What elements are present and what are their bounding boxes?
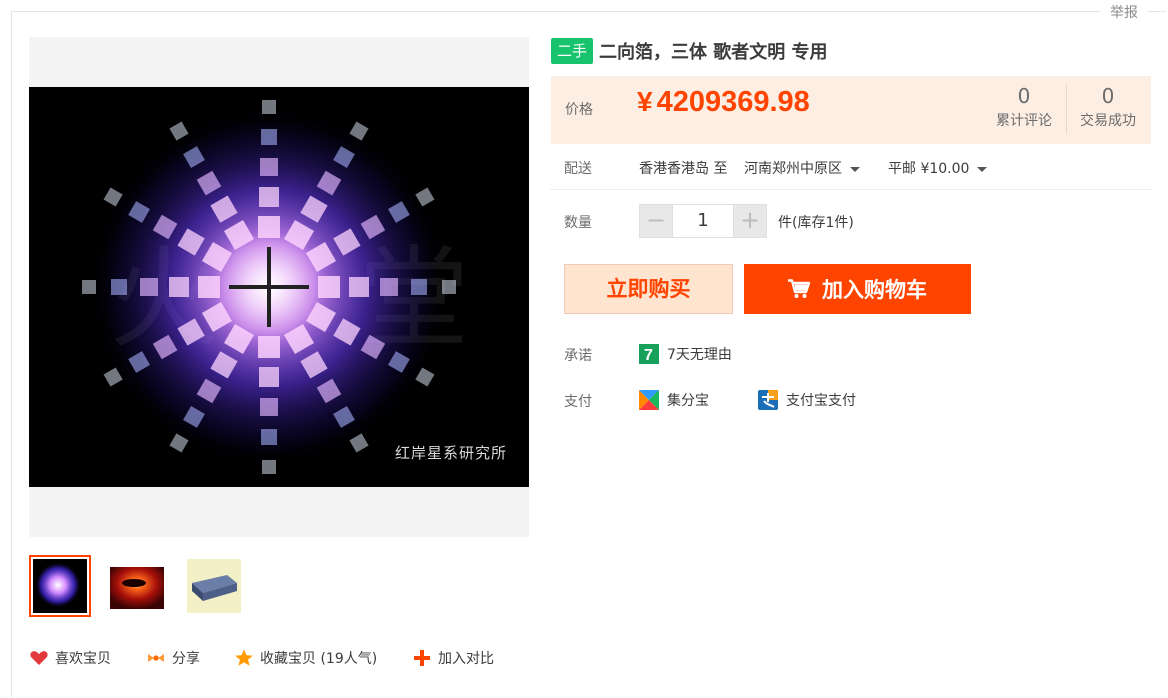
price-value: ¥4209369.98 xyxy=(637,86,810,119)
divider xyxy=(551,189,1151,190)
firework-thumb-image xyxy=(33,559,87,613)
seven-day-icon: 7 xyxy=(639,344,659,364)
glow-cube xyxy=(140,278,158,296)
chevron-down-icon xyxy=(850,166,860,172)
glow-cube xyxy=(349,277,369,297)
jifenbao-icon xyxy=(639,390,659,410)
price-label: 价格 xyxy=(565,102,593,118)
currency-symbol: ¥ xyxy=(637,86,653,117)
main-product-image[interactable]: 火 堂 红岸星系研究所 xyxy=(29,37,529,537)
share-icon xyxy=(148,654,164,662)
secondhand-badge: 二手 xyxy=(551,38,594,64)
payment-jifenbao[interactable]: 集分宝 xyxy=(639,390,709,410)
reviews-count: 0 xyxy=(1017,84,1031,108)
product-photo: 火 堂 红岸星系研究所 xyxy=(29,87,529,487)
glow-cube xyxy=(262,460,276,474)
glow-cube xyxy=(169,277,189,297)
increase-button[interactable]: + xyxy=(733,204,767,238)
deals-count: 0 xyxy=(1101,84,1115,108)
star-icon xyxy=(235,649,253,666)
like-label: 喜欢宝贝 xyxy=(55,651,111,667)
glow-cube xyxy=(261,429,277,445)
price-panel: 价格 ¥4209369.98 0 累计评论 0 交易成功 xyxy=(551,76,1151,144)
glow-cube xyxy=(260,398,278,416)
quantity-stepper: − 1 + xyxy=(639,204,767,238)
compare-button[interactable]: 加入对比 xyxy=(412,648,494,668)
shipping-fee: 平邮 ¥10.00 xyxy=(888,161,970,177)
glow-cube xyxy=(411,279,427,295)
red-disk-thumb-image xyxy=(110,567,164,609)
heart-icon xyxy=(30,651,48,665)
favorite-label: 收藏宝贝 (19人气) xyxy=(260,651,378,667)
glow-cube xyxy=(259,187,279,207)
compare-label: 加入对比 xyxy=(438,651,494,667)
watermark-text: 红岸星系研究所 xyxy=(394,444,507,462)
stock-info: 件(库存1件) xyxy=(778,215,854,231)
add-to-cart-button[interactable]: 加入购物车 xyxy=(744,264,971,314)
buy-now-button[interactable]: 立即购买 xyxy=(564,264,733,314)
favorite-button[interactable]: 收藏宝贝 (19人气) xyxy=(234,648,377,668)
report-link[interactable]: 举报 xyxy=(1100,2,1148,22)
payment-label: 支付 xyxy=(564,394,592,410)
share-button[interactable]: 分享 xyxy=(146,648,200,668)
promise-text: 7天无理由 xyxy=(667,347,732,363)
product-title-row: 二手 二向箔，三体 歌者文明 专用 xyxy=(551,37,828,65)
deals-label: 交易成功 xyxy=(1080,113,1136,129)
glow-cube xyxy=(442,280,456,294)
glow-cube xyxy=(260,158,278,176)
share-label: 分享 xyxy=(172,651,200,667)
product-title: 二向箔，三体 歌者文明 专用 xyxy=(599,42,828,63)
glow-cube xyxy=(259,367,279,387)
chevron-down-icon xyxy=(977,166,988,172)
quantity-input[interactable]: 1 xyxy=(673,204,733,238)
like-button[interactable]: 喜欢宝贝 xyxy=(29,648,111,668)
thumbnail-1[interactable] xyxy=(29,555,91,617)
alipay-icon xyxy=(758,390,778,410)
seven-day-icon-text: 7 xyxy=(644,347,653,364)
droplet-block-thumb-image xyxy=(187,559,241,613)
price-amount: 4209369.98 xyxy=(656,86,810,118)
glow-cube xyxy=(262,100,276,114)
glow-cube xyxy=(111,279,127,295)
shipping-destination-select[interactable]: 河南郑州中原区 xyxy=(744,158,860,178)
cart-icon xyxy=(788,279,810,298)
shipping-fee-select[interactable]: 平邮 ¥10.00 xyxy=(888,158,988,178)
shipping-origin: 香港香港岛 至 xyxy=(639,161,728,177)
decrease-button[interactable]: − xyxy=(639,204,673,238)
deals-stat[interactable]: 0 交易成功 xyxy=(1066,84,1150,130)
glow-cube xyxy=(82,280,96,294)
payment-alipay[interactable]: 支付宝支付 xyxy=(758,390,856,410)
glow-cube xyxy=(261,129,277,145)
reviews-stat[interactable]: 0 累计评论 xyxy=(982,84,1066,130)
reviews-label: 累计评论 xyxy=(996,113,1052,129)
firework-image: 火 堂 xyxy=(29,87,529,487)
glow-cube xyxy=(380,278,398,296)
payment-method-1: 集分宝 xyxy=(667,393,709,409)
add-to-cart-label: 加入购物车 xyxy=(822,278,927,302)
shipping-label: 配送 xyxy=(564,161,592,177)
promise-label: 承诺 xyxy=(564,348,592,364)
thumbnail-3[interactable] xyxy=(183,555,245,617)
payment-method-2: 支付宝支付 xyxy=(786,393,856,409)
quantity-label: 数量 xyxy=(564,215,592,231)
seven-day-return[interactable]: 7 7天无理由 xyxy=(639,344,732,364)
shipping-destination: 河南郑州中原区 xyxy=(744,161,842,177)
thumbnail-2[interactable] xyxy=(106,555,168,617)
plus-icon xyxy=(414,650,430,666)
